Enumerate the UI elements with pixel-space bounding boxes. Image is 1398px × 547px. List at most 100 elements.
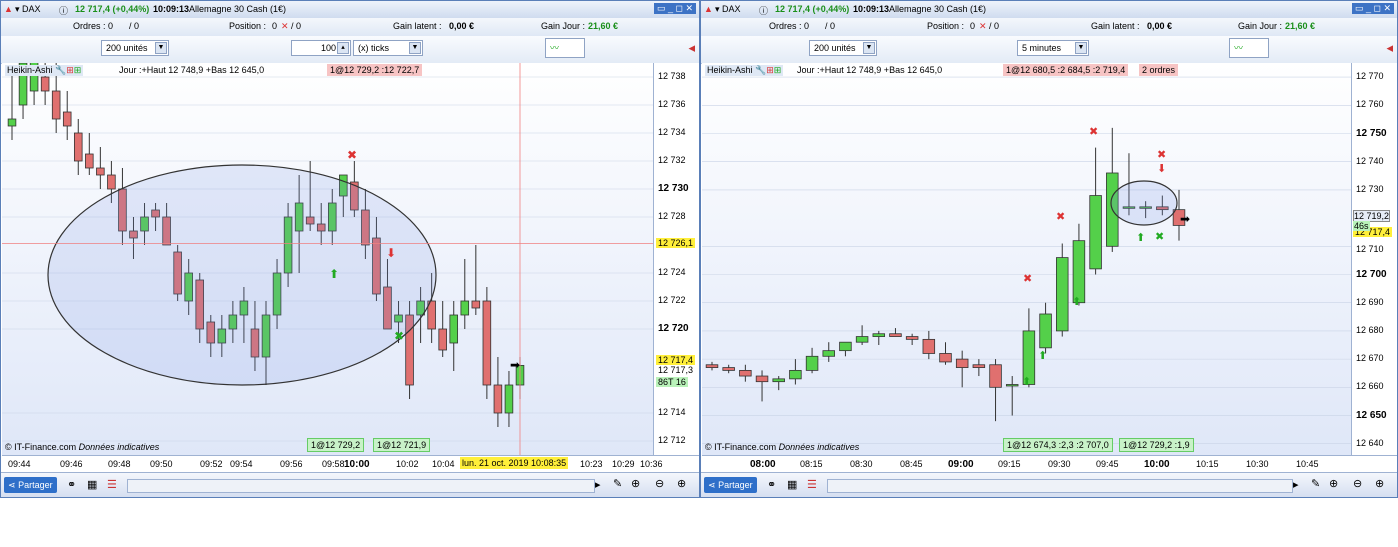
chart-type-button[interactable]: 〰	[545, 38, 585, 58]
buy-arrow-icon: ⬆	[1136, 231, 1145, 244]
right-pill-2[interactable]: 1@12 729,2 :1,9	[1119, 438, 1194, 452]
left-time-axis[interactable]: 09:44 09:46 09:48 09:50 09:52 09:54 09:56 09:58…	[2, 455, 699, 473]
interval-select[interactable]: 5 minutes ▼	[1017, 40, 1089, 56]
horizontal-scrollbar[interactable]	[827, 479, 1293, 493]
left-candlestick-chart[interactable]: ✖ ⬇ ⬆ ✖ ➡	[2, 63, 653, 455]
right-chart-plot[interactable]: ✖ ✖ ✖ ✖ ⬇ ⬆ ✖ ⬆ ⬆ ⬆ ➡	[702, 63, 1351, 455]
right-hilo-label: Jour :+Haut 12 748,9 +Bas 12 645,0	[797, 65, 943, 75]
time-axis-label: 10:29	[612, 459, 635, 469]
zoom-in-icon[interactable]: ⊕	[677, 477, 686, 490]
sell-marker-icon: ✖	[1023, 272, 1032, 285]
buy-marker-icon: ✖	[394, 329, 404, 343]
window-controls[interactable]: ▭ _ ◻ ✕	[653, 3, 696, 14]
zoom-fit-icon[interactable]: ⊕	[1329, 477, 1338, 490]
instrument-name: Allemagne 30 Cash (1€)	[189, 4, 287, 14]
expand-icon[interactable]: ◂	[688, 40, 695, 56]
zoom-fit-icon[interactable]: ⊕	[631, 477, 640, 490]
right-chart-window: ▲ ▾ DAX ⓘ 12 717,4 (+0,44%) 10:09:13 All…	[700, 0, 1398, 498]
gain-jour-label: Gain Jour :	[1238, 21, 1283, 31]
buy-arrow-icon: ⬆	[1072, 295, 1081, 308]
time-axis-label: 09:54	[230, 459, 253, 469]
sell-marker-icon: ✖	[347, 148, 357, 162]
draw-icon[interactable]: ✎	[1311, 477, 1320, 490]
gain-jour-value: 21,60 €	[1285, 21, 1316, 31]
draw-icon[interactable]: ✎	[613, 477, 622, 490]
left-indicator-label[interactable]: Heikin-Ashi 🔧⊞⊞	[5, 65, 84, 76]
time-axis-label: 10:23	[580, 459, 603, 469]
left-bottom-bar: ⋖ Partager ⚭ ▦ ☰ ▸ ✎ ⊕ ⊖ ⊕	[1, 472, 699, 497]
wrench-icon[interactable]: 🔧	[55, 65, 66, 75]
left-pill-1[interactable]: 1@12 729,2	[307, 438, 365, 452]
right-price-axis[interactable]: 12 770 12 760 12 750 12 740 12 730 12 719,2 12…	[1351, 63, 1397, 455]
instrument-menu[interactable]: ▾ DAX	[715, 4, 741, 15]
close-position-icon[interactable]: ✕	[979, 21, 987, 32]
wrench-icon[interactable]: 🔧	[755, 65, 766, 75]
candle-body	[755, 375, 769, 383]
buy-arrow-icon: ⬆	[1038, 349, 1047, 362]
expand-icon[interactable]: ◂	[1386, 40, 1393, 56]
horizontal-scrollbar[interactable]	[127, 479, 595, 493]
right-indicator-label[interactable]: Heikin-Ashi 🔧⊞⊞	[705, 65, 784, 76]
price-axis-label: 12 740	[1356, 155, 1384, 166]
chart-icon: 〰	[1234, 43, 1244, 53]
instrument-menu[interactable]: ▾ DAX	[15, 4, 41, 15]
zoom-out-icon[interactable]: ⊖	[655, 477, 664, 490]
units-select[interactable]: 200 unités ▼	[101, 40, 169, 56]
indicators-icon[interactable]: ☰	[107, 478, 117, 491]
add-icon[interactable]: ⊞	[766, 65, 774, 75]
chart-type-button[interactable]: 〰	[1229, 38, 1269, 58]
candle-body	[772, 378, 785, 383]
candle-body	[889, 333, 902, 337]
ticks-stepper[interactable]: 100 ▴	[291, 40, 351, 56]
sell-arrow-icon: ⬇	[1157, 162, 1166, 175]
candle-body	[40, 76, 50, 92]
dax-icon: ▲	[704, 4, 713, 14]
gain-latent-value: 0,00 €	[449, 21, 475, 31]
candle-body	[85, 153, 94, 169]
candle-body	[1072, 240, 1086, 304]
right-time-axis[interactable]: 08:00 08:15 08:30 08:45 09:00 09:15 09:30 09:45…	[702, 455, 1397, 473]
scroll-right-icon[interactable]: ▸	[595, 478, 601, 491]
plus-icon[interactable]: ⊞	[774, 65, 782, 75]
link-icon[interactable]: ⚭	[67, 478, 76, 491]
zoom-in-icon[interactable]: ⊕	[1375, 477, 1384, 490]
candle-body	[504, 384, 514, 414]
price-axis-label: 12 714	[658, 407, 686, 417]
right-orders-tag[interactable]: 2 ordres	[1139, 64, 1179, 76]
scroll-right-icon[interactable]: ▸	[1293, 478, 1299, 491]
orders-count: / 0	[129, 21, 140, 31]
window-controls[interactable]: ▭ _ ◻ ✕	[1351, 3, 1394, 14]
price-axis-label: 12 732	[658, 155, 686, 165]
close-position-icon[interactable]: ✕	[281, 21, 289, 32]
candle-body	[872, 333, 886, 337]
plus-icon[interactable]: ⊞	[74, 65, 82, 75]
dax-icon: ▲	[4, 4, 13, 14]
right-order-tag[interactable]: 1@12 680,5 :2 684,5 :2 719,4	[1003, 64, 1129, 76]
candle-body	[107, 174, 116, 190]
candle-body	[1005, 384, 1019, 387]
left-chart-plot[interactable]: ✖ ⬇ ⬆ ✖ ➡	[2, 63, 653, 455]
right-candlestick-chart[interactable]: ✖✖✖✖⬇⬆ ✖⬆⬆⬆➡	[702, 63, 1351, 455]
left-pill-2[interactable]: 1@12 721,9	[373, 438, 431, 452]
add-icon[interactable]: ⊞	[66, 65, 74, 75]
ticks-mode-select[interactable]: (x) ticks ▼	[353, 40, 423, 56]
left-order-tag[interactable]: 1@12 729,2 :12 722,7	[327, 64, 423, 76]
link-icon[interactable]: ⚭	[767, 478, 776, 491]
units-select[interactable]: 200 unités ▼	[809, 40, 877, 56]
calculator-icon[interactable]: ▦	[787, 478, 797, 491]
time-axis-label: 10:15	[1196, 459, 1219, 469]
share-button[interactable]: ⋖ Partager	[4, 477, 57, 493]
position-value: 0	[970, 21, 976, 31]
indicators-icon[interactable]: ☰	[807, 478, 817, 491]
share-button[interactable]: ⋖ Partager	[704, 477, 757, 493]
candle-body	[939, 353, 952, 363]
zoom-out-icon[interactable]: ⊖	[1353, 477, 1362, 490]
price-axis-label: 12 750	[1356, 127, 1387, 139]
info-icon: ⓘ	[759, 6, 769, 16]
right-pill-1[interactable]: 1@12 674,3 :2,3 :2 707,0	[1003, 438, 1113, 452]
candle-body	[955, 358, 969, 368]
calculator-icon[interactable]: ▦	[87, 478, 97, 491]
candle-body	[722, 367, 735, 371]
left-price-axis[interactable]: 12 738 12 736 12 734 12 732 12 730 12 728 12 7…	[653, 63, 699, 455]
gain-latent-label: Gain latent :	[393, 21, 442, 31]
